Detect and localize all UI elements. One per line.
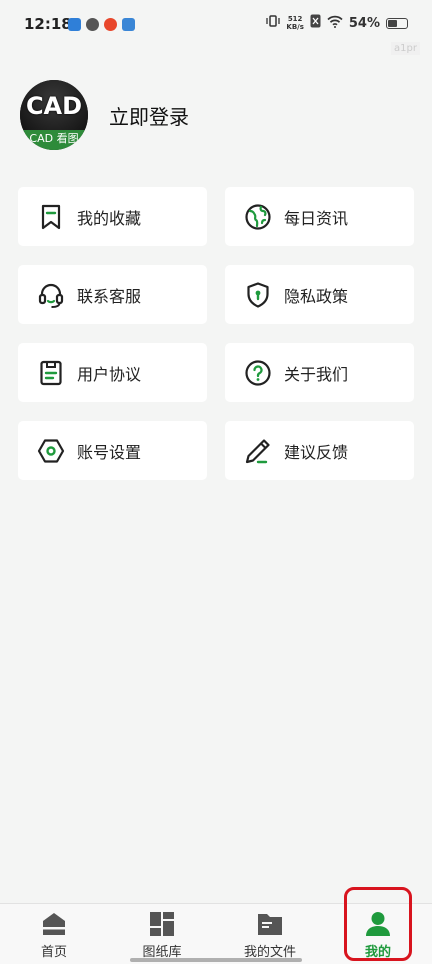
menu-item-label: 每日资讯 — [284, 208, 349, 228]
status-bar: 12:18 512 KB/s 54% — [0, 0, 432, 50]
question-circle-icon — [245, 359, 271, 386]
menu-grid: 我的收藏 每日资讯 联系客服 隐私政策 用户协议 关于我们 账号设置 建议反馈 — [18, 187, 414, 480]
net-speed-unit: KB/s — [286, 23, 304, 31]
menu-item-label: 用户协议 — [77, 364, 142, 384]
menu-item-label: 建议反馈 — [284, 442, 349, 462]
vibrate-icon — [266, 14, 281, 32]
watermark: a1pr — [391, 42, 420, 55]
avatar[interactable]: CAD CAD 看图 — [20, 80, 88, 150]
document-icon — [40, 360, 62, 385]
user-icon — [366, 912, 390, 936]
folder-icon — [258, 914, 282, 935]
layout-grid-icon — [150, 912, 174, 936]
login-button[interactable]: 立即登录 — [109, 101, 189, 130]
weibo-notification-icon — [104, 18, 117, 31]
menu-item-customer-service[interactable]: 联系客服 — [18, 265, 207, 324]
headset-icon — [38, 283, 64, 308]
menu-item-label: 联系客服 — [77, 286, 142, 306]
wifi-icon — [327, 15, 343, 32]
menu-item-label: 隐私政策 — [284, 286, 349, 306]
nav-mine[interactable]: 我的 — [324, 904, 432, 964]
battery-percent: 54% — [348, 15, 380, 31]
profile-header[interactable]: CAD CAD 看图 立即登录 — [20, 80, 189, 150]
avatar-logo-text: CAD — [25, 92, 83, 120]
hexagon-settings-icon — [37, 438, 65, 463]
nav-label: 首页 — [40, 945, 67, 960]
menu-item-daily-news[interactable]: 每日资讯 — [225, 187, 414, 246]
avatar-logo: CAD — [20, 80, 88, 132]
menu-item-privacy-policy[interactable]: 隐私政策 — [225, 265, 414, 324]
home-icon — [43, 913, 65, 935]
menu-item-label: 账号设置 — [77, 442, 142, 462]
bookmark-icon — [41, 204, 61, 229]
home-indicator[interactable] — [130, 958, 302, 962]
nav-my-files[interactable]: 我的文件 — [216, 904, 324, 964]
nav-label: 我的 — [364, 945, 391, 960]
status-right: 512 KB/s 54% — [266, 14, 408, 32]
bottom-nav: 首页 图纸库 我的文件 我的 — [0, 903, 432, 964]
menu-item-label: 我的收藏 — [77, 208, 142, 228]
net-speed: 512 KB/s — [286, 15, 303, 31]
menu-item-about-us[interactable]: 关于我们 — [225, 343, 414, 402]
menu-item-user-agreement[interactable]: 用户协议 — [18, 343, 207, 402]
app-notification-icon — [86, 18, 99, 31]
pencil-icon — [245, 438, 270, 463]
nav-drawing-library[interactable]: 图纸库 — [108, 904, 216, 964]
net-speed-value: 512 — [287, 15, 303, 23]
shield-lock-icon — [247, 281, 269, 308]
app-notification-icon — [122, 18, 135, 31]
menu-item-favorites[interactable]: 我的收藏 — [18, 187, 207, 246]
sim-off-icon — [310, 14, 321, 32]
globe-icon — [245, 203, 271, 230]
battery-fill — [388, 19, 397, 27]
status-time: 12:18 — [24, 15, 72, 33]
menu-item-feedback[interactable]: 建议反馈 — [225, 421, 414, 480]
avatar-caption: CAD 看图 — [20, 130, 88, 150]
app-notification-icon — [68, 18, 81, 31]
menu-item-label: 关于我们 — [284, 364, 349, 384]
menu-item-account-settings[interactable]: 账号设置 — [18, 421, 207, 480]
notification-icons — [68, 18, 135, 31]
battery-icon — [386, 17, 408, 29]
nav-home[interactable]: 首页 — [0, 904, 108, 964]
